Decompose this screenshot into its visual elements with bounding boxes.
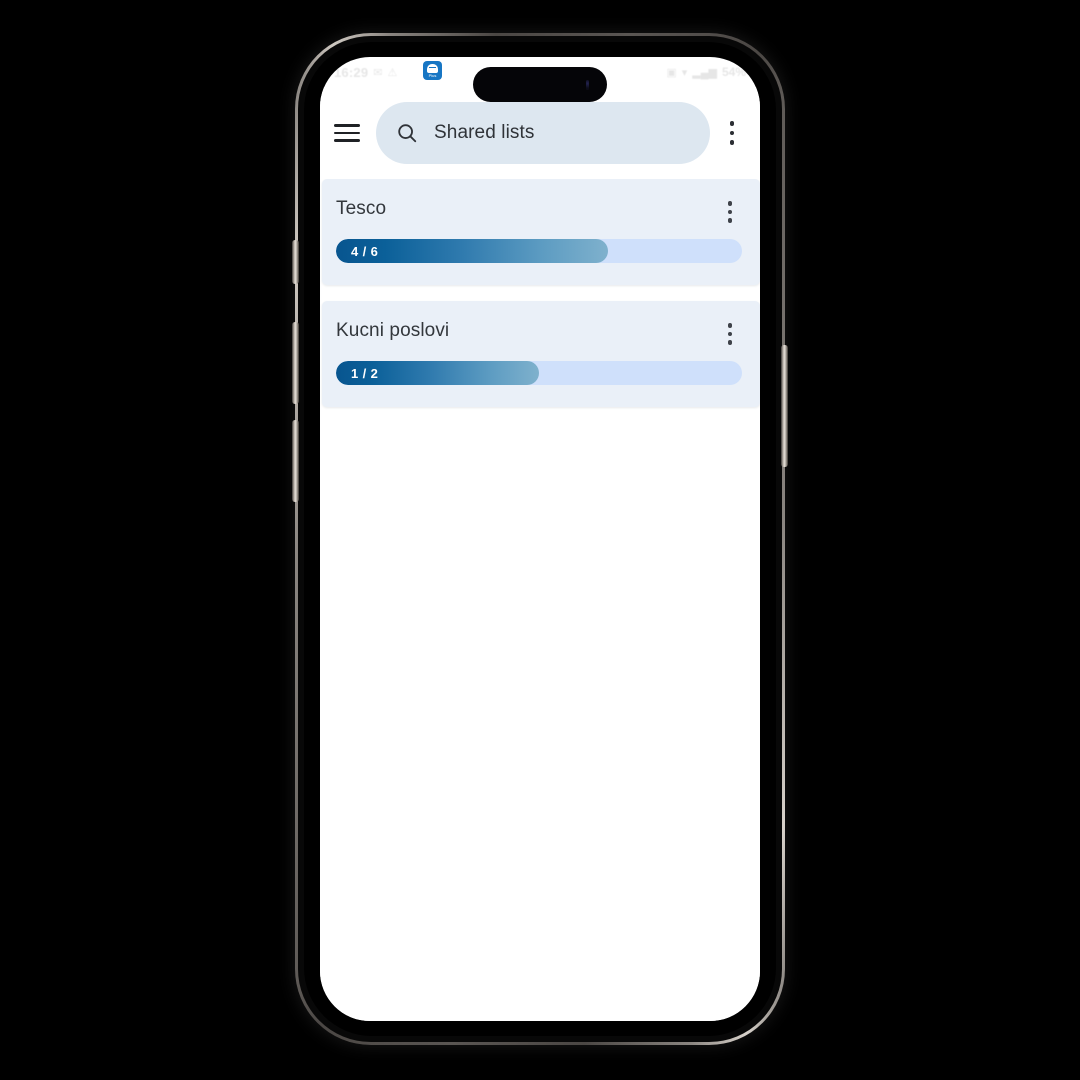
power-button[interactable]	[781, 345, 788, 467]
progress-label: 4 / 6	[351, 243, 379, 259]
screenshot-icon: ▣	[666, 66, 677, 79]
list-item-title: Kucni poslovi	[336, 320, 450, 341]
hamburger-line	[334, 139, 360, 142]
signal-icon: ▂▄▆	[692, 66, 717, 79]
dot	[727, 218, 733, 223]
list-item-title: Tesco	[336, 198, 387, 219]
shared-lists-container: Tesco 4 / 6 Kucni poslovi 1 / 2	[320, 179, 760, 1021]
list-item-header: Kucni poslovi	[336, 319, 742, 347]
mute-switch-button[interactable]	[292, 240, 299, 284]
status-time: 16:29	[334, 64, 369, 80]
phone-screen: 16:29 ✉ ⚠ ▣ ▾ ▂▄▆ 54% Plus Shared lists …	[320, 57, 760, 1021]
list-item-overflow-icon[interactable]	[718, 321, 742, 347]
volume-down-button[interactable]	[292, 420, 299, 502]
screenshot-canvas: 16:29 ✉ ⚠ ▣ ▾ ▂▄▆ 54% Plus Shared lists …	[0, 0, 1080, 1080]
app-notification-icon: Plus	[423, 61, 442, 80]
front-camera-icon	[586, 79, 589, 90]
dot	[729, 140, 735, 145]
download-icon: ▾	[681, 66, 688, 79]
list-item-header: Tesco	[336, 197, 742, 225]
hamburger-menu-icon[interactable]	[334, 118, 364, 148]
alert-icon: ⚠	[387, 66, 398, 79]
progress-bar-fill: 4 / 6	[336, 239, 609, 263]
dot	[727, 340, 733, 345]
search-input[interactable]: Shared lists	[434, 122, 534, 144]
list-item[interactable]: Kucni poslovi 1 / 2	[322, 301, 760, 407]
volume-up-button[interactable]	[292, 322, 299, 404]
progress-bar-track: 1 / 2	[336, 361, 742, 385]
progress-bar-track: 4 / 6	[336, 239, 742, 263]
mail-icon: ✉	[373, 66, 383, 79]
hamburger-line	[334, 124, 360, 127]
search-bar[interactable]: Shared lists	[376, 102, 710, 164]
list-item[interactable]: Tesco 4 / 6	[322, 179, 760, 285]
dot	[729, 121, 735, 126]
progress-bar-fill: 1 / 2	[336, 361, 539, 385]
dot	[727, 323, 733, 328]
status-bar-right: ▣ ▾ ▂▄▆ 54%	[666, 65, 746, 79]
dynamic-island	[473, 67, 607, 102]
dot	[729, 130, 735, 136]
dot	[727, 201, 733, 206]
overflow-menu-icon[interactable]	[718, 116, 746, 150]
app-notification-sublabel: Plus	[428, 72, 437, 78]
status-bar-left: 16:29 ✉ ⚠	[334, 65, 397, 80]
progress-label: 1 / 2	[351, 365, 379, 381]
dot	[727, 331, 733, 337]
list-item-overflow-icon[interactable]	[718, 199, 742, 225]
app-notification-glyph	[427, 63, 438, 73]
dot	[727, 209, 733, 215]
hamburger-line	[334, 131, 360, 135]
search-icon	[396, 122, 418, 144]
